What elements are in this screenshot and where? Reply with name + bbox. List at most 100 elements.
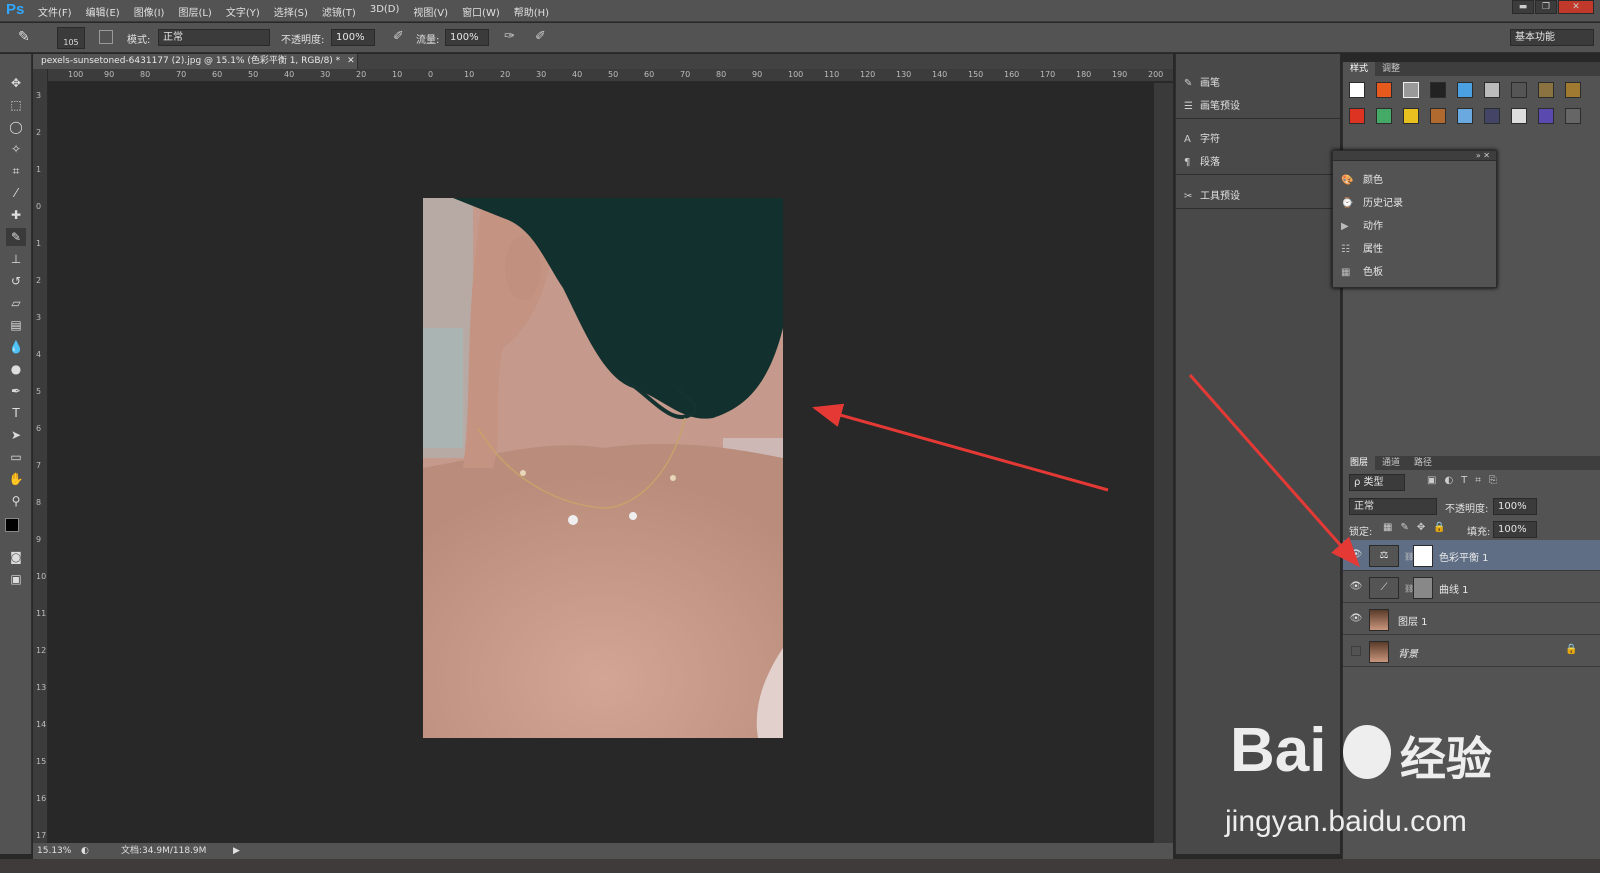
gradient-tool-icon[interactable]: ▤	[6, 316, 26, 334]
style-swatch[interactable]	[1484, 82, 1500, 98]
style-swatch[interactable]	[1484, 108, 1500, 124]
menu-select[interactable]: 选择(S)	[274, 4, 308, 19]
style-swatch[interactable]	[1349, 108, 1365, 124]
panel-swatches[interactable]: ▦ 色板	[1341, 263, 1383, 278]
layer-mask-thumbnail[interactable]	[1413, 577, 1433, 599]
close-document-icon[interactable]: ✕	[347, 56, 355, 66]
style-swatch[interactable]	[1376, 108, 1392, 124]
panel-tool-presets[interactable]: ✂ 工具预设	[1184, 187, 1240, 202]
menu-type[interactable]: 文字(Y)	[226, 4, 260, 19]
hand-tool-icon[interactable]: ✋	[6, 470, 26, 488]
menu-3d[interactable]: 3D(D)	[370, 4, 400, 19]
style-swatch[interactable]	[1376, 82, 1392, 98]
layer-row-background[interactable]: 背景 🔒	[1343, 636, 1600, 667]
menu-view[interactable]: 视图(V)	[413, 4, 448, 19]
tab-channels[interactable]: 通道	[1375, 456, 1407, 470]
status-arrow-icon[interactable]: ▶	[233, 843, 240, 859]
style-swatch[interactable]	[1403, 108, 1419, 124]
foreground-color-swatch[interactable]	[5, 518, 19, 532]
eraser-tool-icon[interactable]: ▱	[6, 294, 26, 312]
zoom-level[interactable]: 15.13%	[37, 843, 71, 859]
style-swatch[interactable]	[1511, 82, 1527, 98]
layer-mask-thumbnail[interactable]	[1413, 545, 1433, 567]
minimize-button[interactable]: ▬	[1512, 0, 1534, 14]
style-swatch[interactable]	[1457, 82, 1473, 98]
status-info-icon[interactable]: ◐	[81, 843, 89, 859]
move-tool-icon[interactable]: ✥	[6, 74, 26, 92]
style-swatch[interactable]	[1565, 108, 1581, 124]
visibility-eye-icon[interactable]: 👁	[1349, 581, 1363, 593]
brush-tool-icon[interactable]: ✎	[6, 228, 26, 246]
panel-color[interactable]: 🎨 颜色	[1341, 171, 1383, 186]
menu-image[interactable]: 图像(I)	[134, 4, 165, 19]
tab-adjustments[interactable]: 调整	[1375, 62, 1407, 76]
menu-window[interactable]: 窗口(W)	[462, 4, 500, 19]
pressure-opacity-icon[interactable]: ✐	[393, 29, 404, 44]
restore-button[interactable]: ❐	[1535, 0, 1557, 14]
brush-tool-icon[interactable]: ✎	[18, 29, 30, 45]
healing-brush-tool-icon[interactable]: ✚	[6, 206, 26, 224]
layer-row-layer1[interactable]: 👁 图层 1	[1343, 604, 1600, 635]
layer-opacity-input[interactable]: 100%	[1493, 498, 1537, 515]
menu-edit[interactable]: 编辑(E)	[86, 4, 120, 19]
type-tool-icon[interactable]: T	[6, 404, 26, 422]
quick-mask-icon[interactable]: ◙	[6, 548, 26, 566]
visibility-eye-icon[interactable]: 👁	[1349, 613, 1363, 625]
path-select-tool-icon[interactable]: ➤	[6, 426, 26, 444]
document-image[interactable]	[423, 198, 783, 738]
shape-tool-icon[interactable]: ▭	[6, 448, 26, 466]
airbrush-icon[interactable]: ✑	[504, 29, 515, 44]
menu-filter[interactable]: 滤镜(T)	[322, 4, 356, 19]
brush-panel-toggle-icon[interactable]	[99, 30, 113, 44]
dodge-tool-icon[interactable]: ●	[6, 360, 26, 378]
screen-mode-icon[interactable]: ▣	[6, 570, 26, 588]
quick-select-tool-icon[interactable]: ✧	[6, 140, 26, 158]
style-swatch[interactable]	[1457, 108, 1473, 124]
opacity-input[interactable]: 100%	[331, 29, 375, 46]
float-panel-header[interactable]: » ✕	[1333, 151, 1496, 161]
style-swatch[interactable]	[1511, 108, 1527, 124]
brush-size-picker[interactable]: 105	[57, 27, 85, 49]
style-swatch[interactable]	[1538, 82, 1554, 98]
panel-brush[interactable]: ✎ 画笔	[1184, 74, 1220, 89]
clone-stamp-tool-icon[interactable]: ⊥	[6, 250, 26, 268]
style-swatch[interactable]	[1565, 82, 1581, 98]
panel-paragraph[interactable]: ¶ 段落	[1184, 153, 1220, 168]
document-tab[interactable]: pexels-sunsetoned-6431177 (2).jpg @ 15.1…	[33, 54, 358, 69]
crop-tool-icon[interactable]: ⌗	[6, 162, 26, 180]
layer-filter-select[interactable]: ρ 类型	[1349, 474, 1405, 491]
mode-select[interactable]: 正常	[158, 29, 270, 46]
marquee-tool-icon[interactable]: ⬚	[6, 96, 26, 114]
panel-character[interactable]: A 字符	[1184, 130, 1220, 145]
menu-layer[interactable]: 图层(L)	[178, 4, 211, 19]
visibility-eye-icon[interactable]: 👁	[1349, 549, 1363, 561]
style-swatch[interactable]	[1430, 82, 1446, 98]
tab-layers[interactable]: 图层	[1343, 456, 1376, 470]
zoom-tool-icon[interactable]: ⚲	[6, 492, 26, 510]
style-swatch[interactable]	[1349, 82, 1365, 98]
workspace-select[interactable]: 基本功能	[1510, 29, 1594, 46]
pen-tool-icon[interactable]: ✒	[6, 382, 26, 400]
layer-filter-icons[interactable]: ▣◐T⌗⎘	[1427, 475, 1505, 486]
layer-row-curves[interactable]: 👁 ⟋ ⛓ 曲线 1	[1343, 572, 1600, 603]
style-swatch[interactable]	[1403, 82, 1419, 98]
style-swatch[interactable]	[1430, 108, 1446, 124]
layer-row-color-balance[interactable]: 👁 ⚖ ⛓ 色彩平衡 1	[1343, 540, 1600, 571]
canvas-scrollbar[interactable]	[1154, 83, 1173, 843]
visibility-toggle-empty[interactable]	[1351, 646, 1361, 656]
menu-file[interactable]: 文件(F)	[38, 4, 72, 19]
close-window-button[interactable]: ✕	[1558, 0, 1594, 14]
fill-input[interactable]: 100%	[1493, 521, 1537, 538]
lasso-tool-icon[interactable]: ◯	[6, 118, 26, 136]
pressure-size-icon[interactable]: ✐	[535, 29, 546, 44]
tab-paths[interactable]: 路径	[1407, 456, 1439, 470]
panel-history[interactable]: ⌚ 历史记录	[1341, 194, 1403, 209]
eyedropper-tool-icon[interactable]: ⁄	[6, 184, 26, 202]
lock-icons[interactable]: ▦✎✥🔒	[1383, 522, 1454, 533]
panel-brush-presets[interactable]: ☰ 画笔预设	[1184, 97, 1240, 112]
panel-actions[interactable]: ▶ 动作	[1341, 217, 1383, 232]
blur-tool-icon[interactable]: 💧	[6, 338, 26, 356]
blend-mode-select[interactable]: 正常	[1349, 498, 1437, 515]
history-brush-tool-icon[interactable]: ↺	[6, 272, 26, 290]
flow-input[interactable]: 100%	[445, 29, 489, 46]
